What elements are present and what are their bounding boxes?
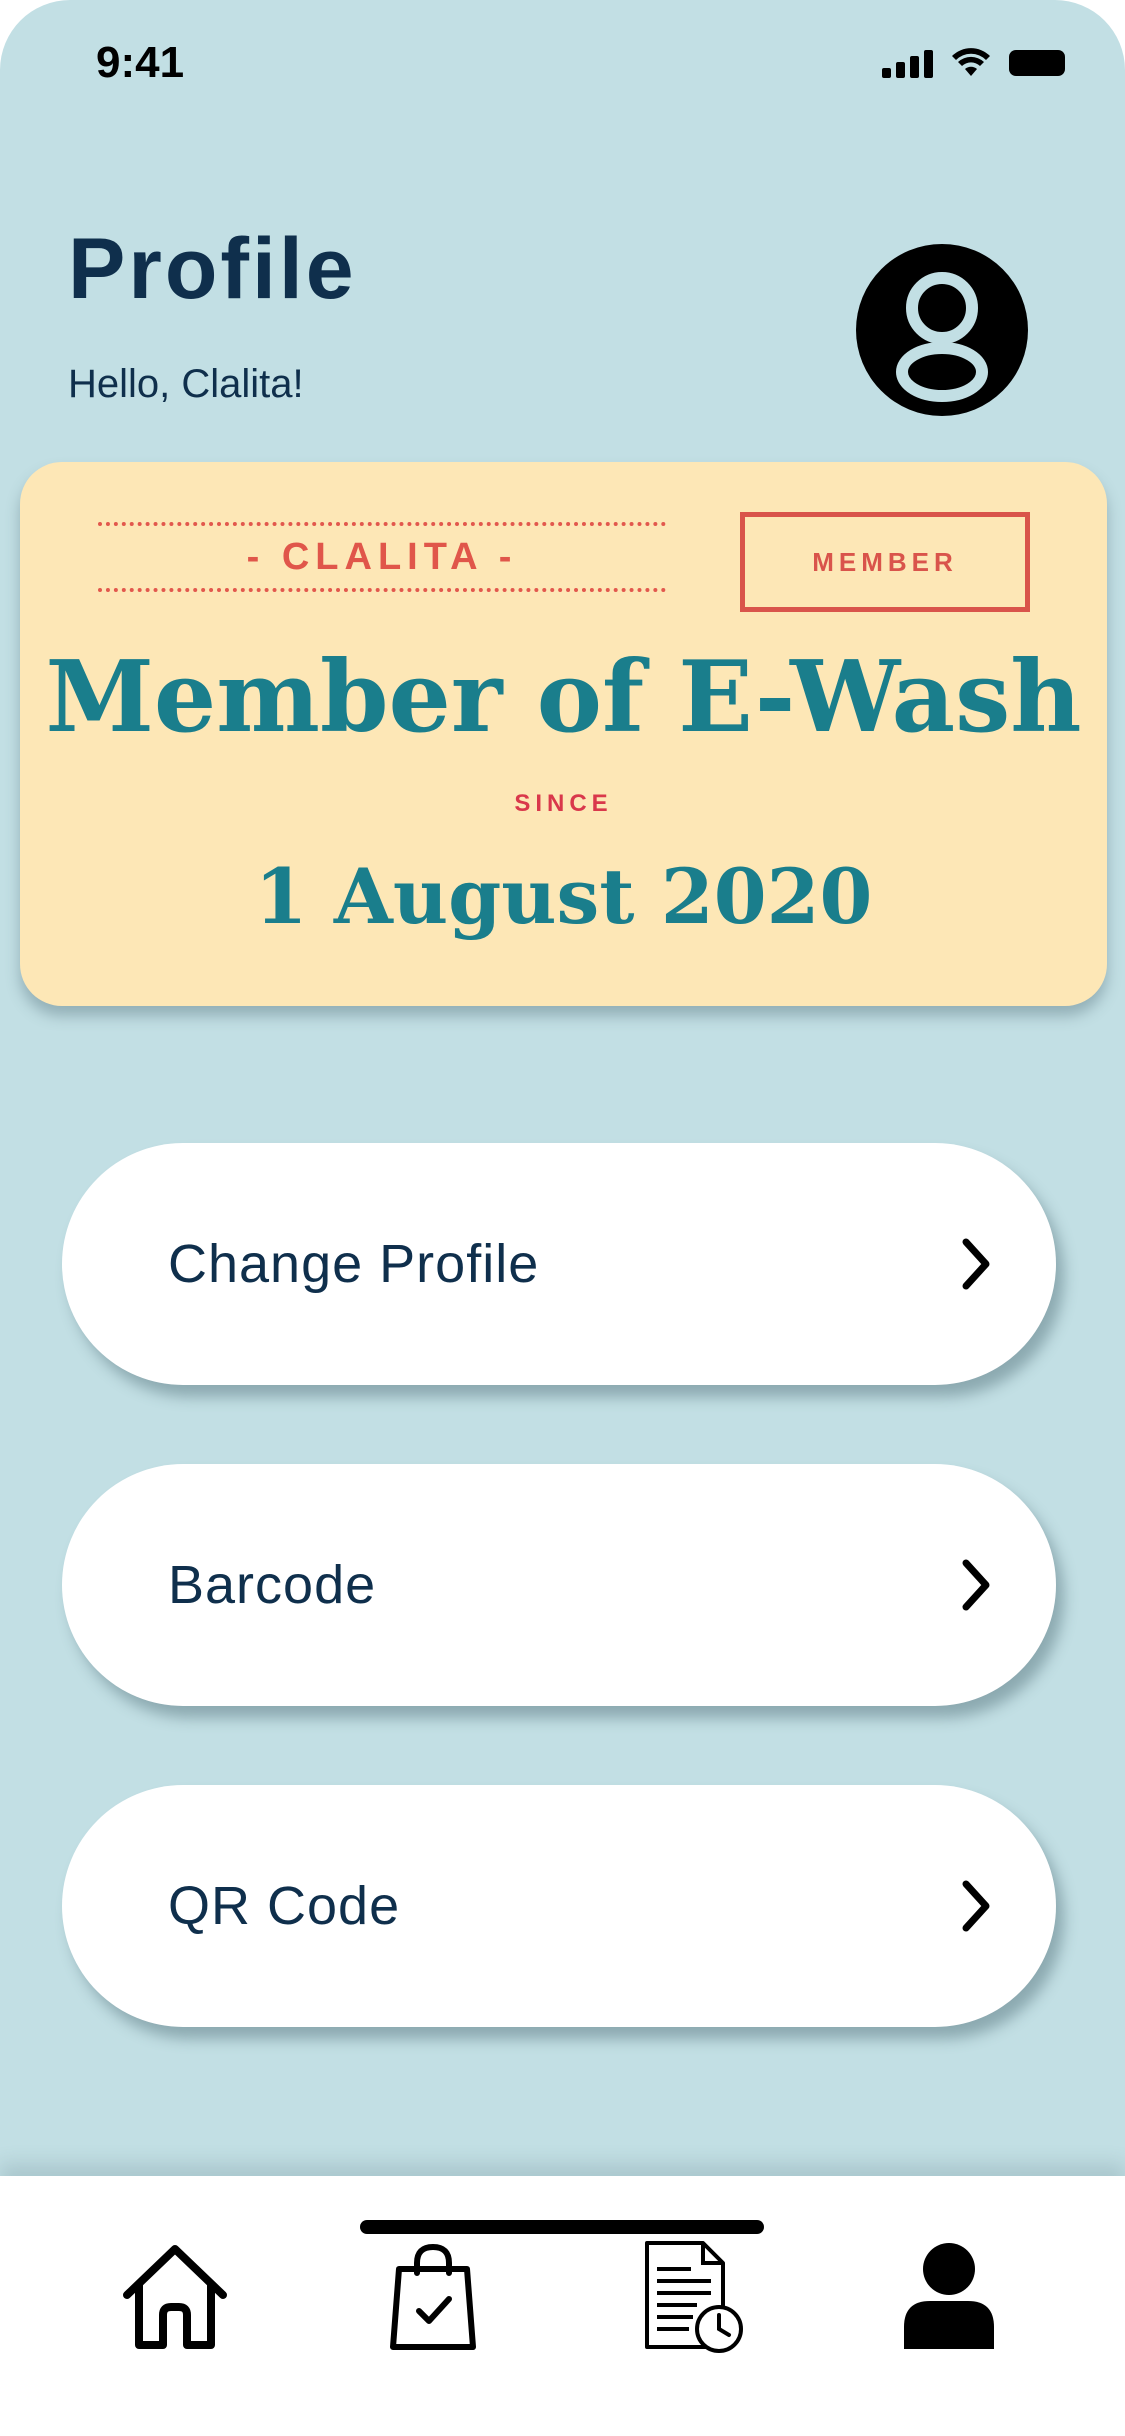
wifi-icon: [952, 48, 990, 76]
menu-item-label: Barcode: [168, 1555, 377, 1615]
card-member-name: - CLALITA -: [246, 535, 518, 578]
greeting-text: Hello, Clalita!: [68, 362, 304, 406]
home-icon: [123, 2245, 227, 2349]
page-title: Profile: [68, 221, 357, 317]
change-profile-button[interactable]: Change Profile: [62, 1143, 1056, 1385]
tab-orders[interactable]: [368, 2232, 498, 2362]
chevron-right-icon: [962, 1238, 990, 1290]
tab-profile[interactable]: [884, 2232, 1014, 2362]
home-indicator[interactable]: [360, 2220, 764, 2234]
shopping-bag-check-icon: [390, 2243, 476, 2350]
card-since-label: SINCE: [514, 790, 613, 817]
bottom-tab-bar: [0, 2176, 1125, 2436]
member-badge: MEMBER: [740, 512, 1030, 612]
membership-card: - CLALITA - MEMBER Member of E-Wash SINC…: [20, 462, 1107, 1006]
profile-screen: 9:41 Profile Hello, Clalita! - CLALITA -…: [0, 0, 1125, 2436]
card-headline: Member of E-Wash: [45, 640, 1082, 755]
tab-history[interactable]: [628, 2232, 758, 2362]
qr-code-button[interactable]: QR Code: [62, 1785, 1056, 2027]
chevron-right-icon: [962, 1559, 990, 1611]
avatar-icon[interactable]: [856, 244, 1028, 416]
tab-home[interactable]: [110, 2232, 240, 2362]
document-clock-icon: [645, 2241, 743, 2353]
user-icon: [904, 2243, 994, 2349]
barcode-button[interactable]: Barcode: [62, 1464, 1056, 1706]
chevron-right-icon: [962, 1880, 990, 1932]
card-name-banner: - CLALITA -: [98, 522, 666, 592]
status-icons: [882, 48, 1065, 78]
menu-item-label: Change Profile: [168, 1234, 540, 1294]
card-since-date: 1 August 2020: [254, 852, 873, 941]
menu-item-label: QR Code: [168, 1876, 401, 1936]
battery-icon: [1009, 50, 1065, 76]
cellular-signal-icon: [882, 48, 933, 78]
status-time: 9:41: [96, 38, 185, 87]
